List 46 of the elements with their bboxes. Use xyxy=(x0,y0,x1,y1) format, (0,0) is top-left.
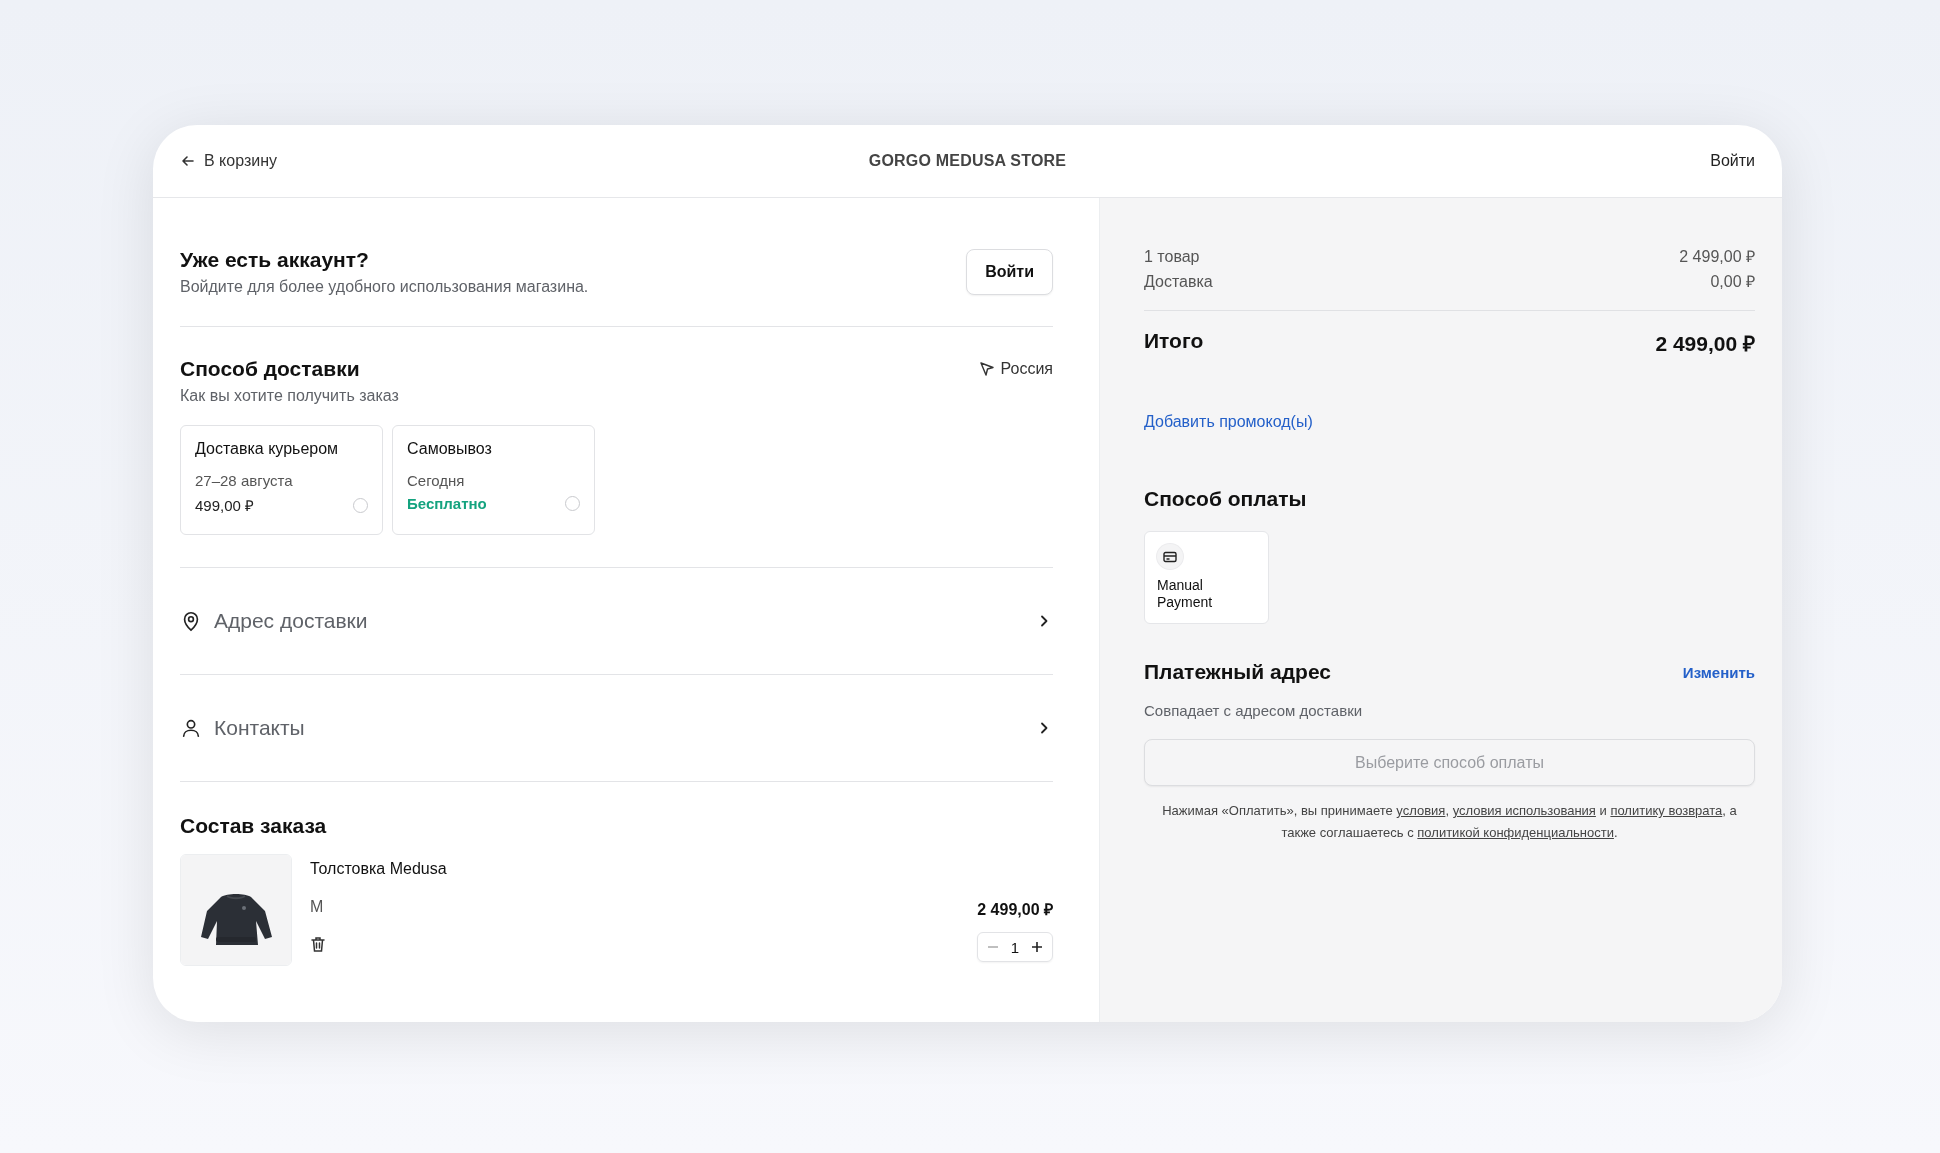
country-selector[interactable]: Россия xyxy=(978,360,1053,378)
arrow-left-icon xyxy=(180,153,196,169)
back-link[interactable]: В корзину xyxy=(180,152,278,170)
card-icon xyxy=(1157,544,1183,569)
product-variant: M xyxy=(310,898,324,916)
navigation-arrow-icon xyxy=(978,361,995,377)
option-price: 499,00 ₽ xyxy=(195,496,255,515)
delivery-subtitle: Как вы хотите получить заказ xyxy=(180,387,400,405)
edit-link[interactable]: Изменить xyxy=(1682,663,1755,681)
accordion-row[interactable]: Адрес доставки xyxy=(180,568,1053,675)
option-name: Доставка курьером xyxy=(195,440,340,458)
delivery-option[interactable]: Самовывоз Сегодня Бесплатно xyxy=(392,425,595,535)
billing-title: Платежный адрес xyxy=(1144,660,1331,684)
delivery-title: Способ доставки xyxy=(180,357,360,381)
payment-method-name: Manual Payment xyxy=(1157,577,1214,611)
account-title: Уже есть аккаунт? xyxy=(180,248,370,272)
summary-label: 1 товар xyxy=(1144,247,1200,267)
summary-label: Доставка xyxy=(1144,272,1213,292)
login-link[interactable]: Войти xyxy=(1710,152,1755,170)
payment-title: Способ оплаты xyxy=(1144,487,1308,511)
product-name: Толстовка Medusa xyxy=(310,860,447,878)
login-button[interactable]: Войти xyxy=(966,249,1053,295)
terms-text: Нажимая «Оплатить», вы принимаете условия, условия использования и политику возврата, а также соглашаетесь с политикой конфиденциальности. xyxy=(1161,802,1738,842)
promo-link[interactable]: Добавить промокод(ы) xyxy=(1144,413,1313,431)
terms-link[interactable]: политикой конфиденциальности xyxy=(1417,825,1614,840)
trash-icon[interactable] xyxy=(310,936,326,953)
billing-text: Совпадает с адресом доставки xyxy=(1144,702,1364,719)
accordion-row[interactable]: Контакты xyxy=(180,675,1053,782)
summary-value: 2 499,00 ₽ xyxy=(1679,247,1755,267)
delivery-option[interactable]: Доставка курьером 27–28 августа 499,00 ₽ xyxy=(180,425,383,535)
plus-icon xyxy=(1031,941,1043,953)
quantity-value: 1 xyxy=(1009,938,1021,956)
store-name: GORGO MEDUSA STORE xyxy=(868,152,1067,170)
order-title: Состав заказа xyxy=(180,814,328,838)
total-label: Итого xyxy=(1144,329,1204,354)
option-date: Сегодня xyxy=(407,472,466,489)
product-price: 2 499,00 ₽ xyxy=(977,900,1053,920)
total-value: 2 499,00 ₽ xyxy=(1655,331,1755,357)
option-date: 27–28 августа xyxy=(195,472,294,489)
summary-value: 0,00 ₽ xyxy=(1710,272,1755,292)
account-subtitle: Войдите для более удобного использования магазина. xyxy=(180,278,589,296)
payment-method-card[interactable]: Manual Payment xyxy=(1144,531,1269,624)
option-name: Самовывоз xyxy=(407,440,493,458)
person-icon xyxy=(180,717,202,739)
option-price: Бесплатно xyxy=(407,495,487,512)
terms-link[interactable]: условия использования xyxy=(1452,803,1596,818)
